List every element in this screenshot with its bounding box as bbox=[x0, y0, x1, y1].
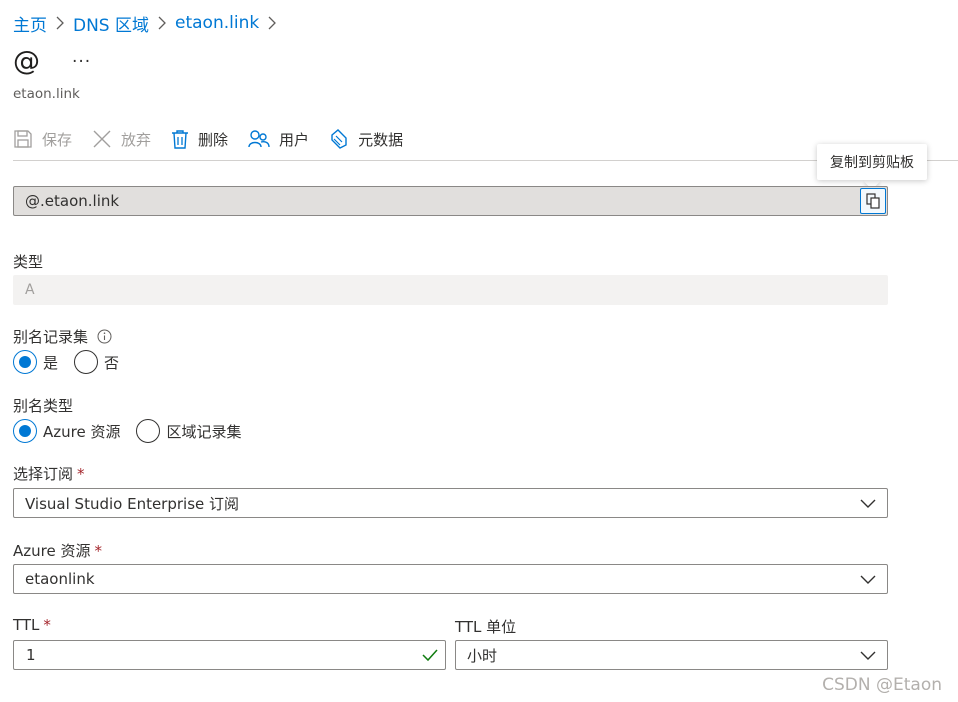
save-icon bbox=[14, 130, 32, 148]
fqdn-field: @.etaon.link bbox=[13, 186, 888, 216]
radio-checked bbox=[13, 419, 37, 443]
metadata-button[interactable]: 元数据 bbox=[329, 129, 403, 150]
chevron-right-icon bbox=[56, 16, 64, 30]
alias-type-azure-resource-radio[interactable]: Azure 资源 bbox=[13, 419, 120, 443]
ttl-value: 1 bbox=[26, 646, 36, 664]
alias-type-azure-resource-label: Azure 资源 bbox=[43, 422, 121, 441]
ttl-label: TTL * bbox=[13, 616, 51, 634]
info-icon[interactable] bbox=[97, 329, 112, 344]
alias-type-zone-record-set-label: 区域记录集 bbox=[166, 422, 242, 441]
required-marker: * bbox=[43, 616, 51, 634]
chevron-down-icon bbox=[860, 499, 876, 508]
type-label: 类型 bbox=[13, 253, 44, 271]
delete-button[interactable]: 删除 bbox=[171, 129, 228, 150]
alias-yes-radio[interactable]: 是 bbox=[13, 350, 58, 374]
subscription-label-text: 选择订阅 bbox=[13, 465, 74, 483]
chevron-right-icon bbox=[268, 16, 277, 30]
azure-resource-value: etaonlink bbox=[25, 570, 95, 588]
save-label: 保存 bbox=[42, 130, 73, 149]
breadcrumb-dns-zones[interactable]: DNS 区域 bbox=[73, 11, 149, 36]
ttl-unit-value: 小时 bbox=[467, 646, 498, 665]
subscription-dropdown[interactable]: Visual Studio Enterprise 订阅 bbox=[13, 488, 888, 518]
alias-record-set-radio-group: 是 否 bbox=[13, 350, 135, 374]
trash-icon bbox=[172, 130, 189, 149]
chevron-right-icon bbox=[158, 16, 166, 30]
required-marker: * bbox=[77, 465, 85, 483]
users-icon bbox=[248, 130, 270, 148]
page-title: @ bbox=[13, 46, 40, 77]
alias-record-set-label-row: 别名记录集 bbox=[13, 326, 112, 347]
azure-resource-label-text: Azure 资源 bbox=[13, 542, 91, 560]
alias-no-radio[interactable]: 否 bbox=[74, 350, 119, 374]
page-subtitle: etaon.link bbox=[13, 86, 80, 102]
watermark: CSDN @Etaon bbox=[822, 675, 942, 695]
copy-icon bbox=[866, 193, 880, 209]
alias-type-radio-group: Azure 资源 区域记录集 bbox=[13, 419, 258, 443]
alias-type-label: 别名类型 bbox=[13, 397, 74, 415]
alias-no-label: 否 bbox=[104, 353, 120, 372]
azure-resource-dropdown[interactable]: etaonlink bbox=[13, 564, 888, 594]
discard-button[interactable]: 放弃 bbox=[92, 129, 151, 150]
alias-record-set-label: 别名记录集 bbox=[13, 328, 89, 346]
subscription-value: Visual Studio Enterprise 订阅 bbox=[25, 494, 240, 513]
required-marker: * bbox=[94, 542, 102, 560]
type-field: A bbox=[13, 275, 888, 305]
radio-checked bbox=[13, 350, 37, 374]
save-button[interactable]: 保存 bbox=[13, 129, 72, 150]
copy-tooltip: 复制到剪贴板 bbox=[817, 144, 927, 180]
radio-unchecked bbox=[136, 419, 161, 443]
alias-type-zone-record-set-radio[interactable]: 区域记录集 bbox=[136, 419, 242, 443]
command-bar: 保存 放弃 删除 用户 元数据 bbox=[13, 124, 423, 154]
fqdn-value: @.etaon.link bbox=[25, 192, 120, 210]
breadcrumb: 主页 DNS 区域 etaon.link bbox=[13, 11, 285, 36]
users-label: 用户 bbox=[279, 130, 310, 149]
users-button[interactable]: 用户 bbox=[248, 129, 309, 150]
breadcrumb-zone[interactable]: etaon.link bbox=[175, 13, 259, 33]
ttl-label-text: TTL bbox=[13, 616, 40, 634]
metadata-label: 元数据 bbox=[358, 130, 404, 149]
chevron-down-icon bbox=[860, 651, 876, 660]
azure-resource-label: Azure 资源 * bbox=[13, 540, 102, 561]
discard-label: 放弃 bbox=[121, 130, 152, 149]
more-actions-button[interactable]: ··· bbox=[72, 52, 91, 72]
chevron-down-icon bbox=[860, 575, 876, 584]
breadcrumb-home[interactable]: 主页 bbox=[13, 11, 47, 36]
ttl-unit-label: TTL 单位 bbox=[455, 618, 517, 636]
radio-unchecked bbox=[74, 350, 99, 374]
close-icon bbox=[93, 130, 111, 148]
ttl-input[interactable]: 1 bbox=[13, 640, 446, 670]
alias-yes-label: 是 bbox=[43, 353, 59, 372]
checkmark-icon bbox=[422, 649, 438, 662]
copy-to-clipboard-button[interactable] bbox=[860, 188, 886, 214]
tag-icon bbox=[331, 129, 347, 149]
ttl-unit-dropdown[interactable]: 小时 bbox=[455, 640, 888, 670]
subscription-label: 选择订阅 * bbox=[13, 463, 85, 484]
delete-label: 删除 bbox=[198, 130, 229, 149]
